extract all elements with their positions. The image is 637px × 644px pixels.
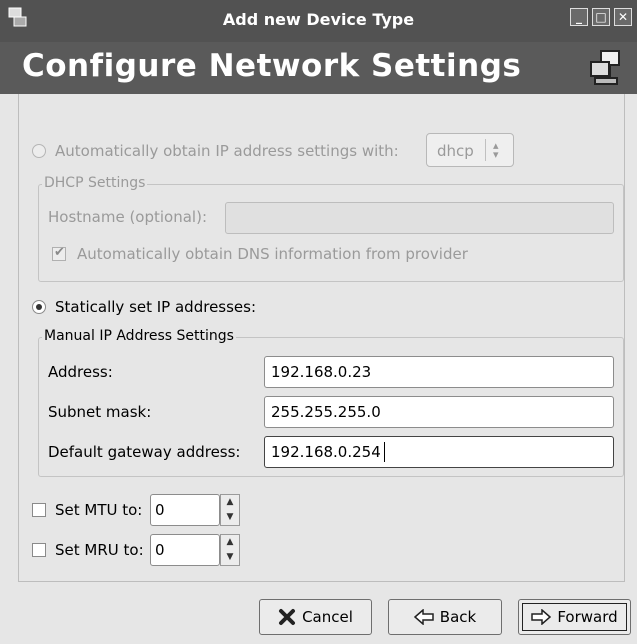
text-cursor <box>384 442 385 462</box>
maximize-button[interactable]: □ <box>592 8 610 26</box>
mru-spinner[interactable]: ▲ ▼ <box>220 534 240 566</box>
gateway-input[interactable]: 192.168.0.254 <box>264 436 614 468</box>
mtu-spinner[interactable]: ▲ ▼ <box>220 494 240 526</box>
combo-arrows-icon: ▴ ▾ <box>493 139 499 161</box>
auto-ip-radio[interactable] <box>32 144 46 158</box>
minimize-button[interactable]: _ <box>570 8 588 26</box>
forward-button[interactable]: Forward <box>518 599 631 635</box>
close-icon: ✕ <box>617 10 629 24</box>
manual-ip-legend: Manual IP Address Settings <box>42 328 236 344</box>
cancel-label: Cancel <box>302 608 353 626</box>
forward-label: Forward <box>557 608 618 626</box>
subnet-label: Subnet mask: <box>48 403 152 421</box>
back-button[interactable]: Back <box>388 599 502 635</box>
mru-label: Set MRU to: <box>55 541 144 559</box>
window-title: Add new Device Type <box>222 10 415 29</box>
spin-up-icon[interactable]: ▲ <box>221 495 239 510</box>
x-icon <box>279 609 296 625</box>
mtu-label: Set MTU to: <box>55 501 143 519</box>
address-label: Address: <box>48 363 113 381</box>
dhcp-settings-legend: DHCP Settings <box>42 175 148 191</box>
gateway-label: Default gateway address: <box>48 443 241 461</box>
forward-arrow-icon <box>531 609 552 625</box>
close-window-button[interactable]: ✕ <box>614 8 632 26</box>
combo-divider <box>485 139 486 161</box>
window-titlebar[interactable]: Add new Device Type _ □ ✕ <box>0 0 637 42</box>
page-banner: Configure Network Settings <box>0 42 637 94</box>
protocol-combo[interactable]: dhcp ▴ ▾ <box>426 133 514 167</box>
maximize-icon: □ <box>595 10 607 24</box>
subnet-input[interactable]: 255.255.255.0 <box>264 396 614 428</box>
spin-down-icon[interactable]: ▼ <box>221 510 239 525</box>
spin-down-icon[interactable]: ▼ <box>221 550 239 565</box>
back-label: Back <box>439 608 477 626</box>
page-title: Configure Network Settings <box>22 48 522 84</box>
mru-input[interactable]: 0 <box>150 534 220 566</box>
address-input[interactable]: 192.168.0.23 <box>264 356 614 388</box>
static-ip-label: Statically set IP addresses: <box>55 298 257 316</box>
mru-checkbox[interactable] <box>32 543 46 557</box>
hostname-label: Hostname (optional): <box>48 208 208 226</box>
checkmark-icon: ✔ <box>54 245 65 260</box>
dns-label: Automatically obtain DNS information fro… <box>77 245 468 263</box>
network-computers-icon <box>590 50 620 85</box>
hostname-input[interactable] <box>225 202 614 234</box>
back-arrow-icon <box>413 609 434 625</box>
mtu-input[interactable]: 0 <box>150 494 220 526</box>
cancel-button[interactable]: Cancel <box>259 599 372 635</box>
mtu-checkbox[interactable] <box>32 503 46 517</box>
dns-checkbox[interactable]: ✔ <box>52 245 66 261</box>
auto-ip-label: Automatically obtain IP address settings… <box>55 142 399 160</box>
spin-up-icon[interactable]: ▲ <box>221 535 239 550</box>
protocol-value: dhcp <box>437 142 474 160</box>
minimize-icon: _ <box>576 10 582 24</box>
static-ip-radio[interactable] <box>32 300 46 314</box>
